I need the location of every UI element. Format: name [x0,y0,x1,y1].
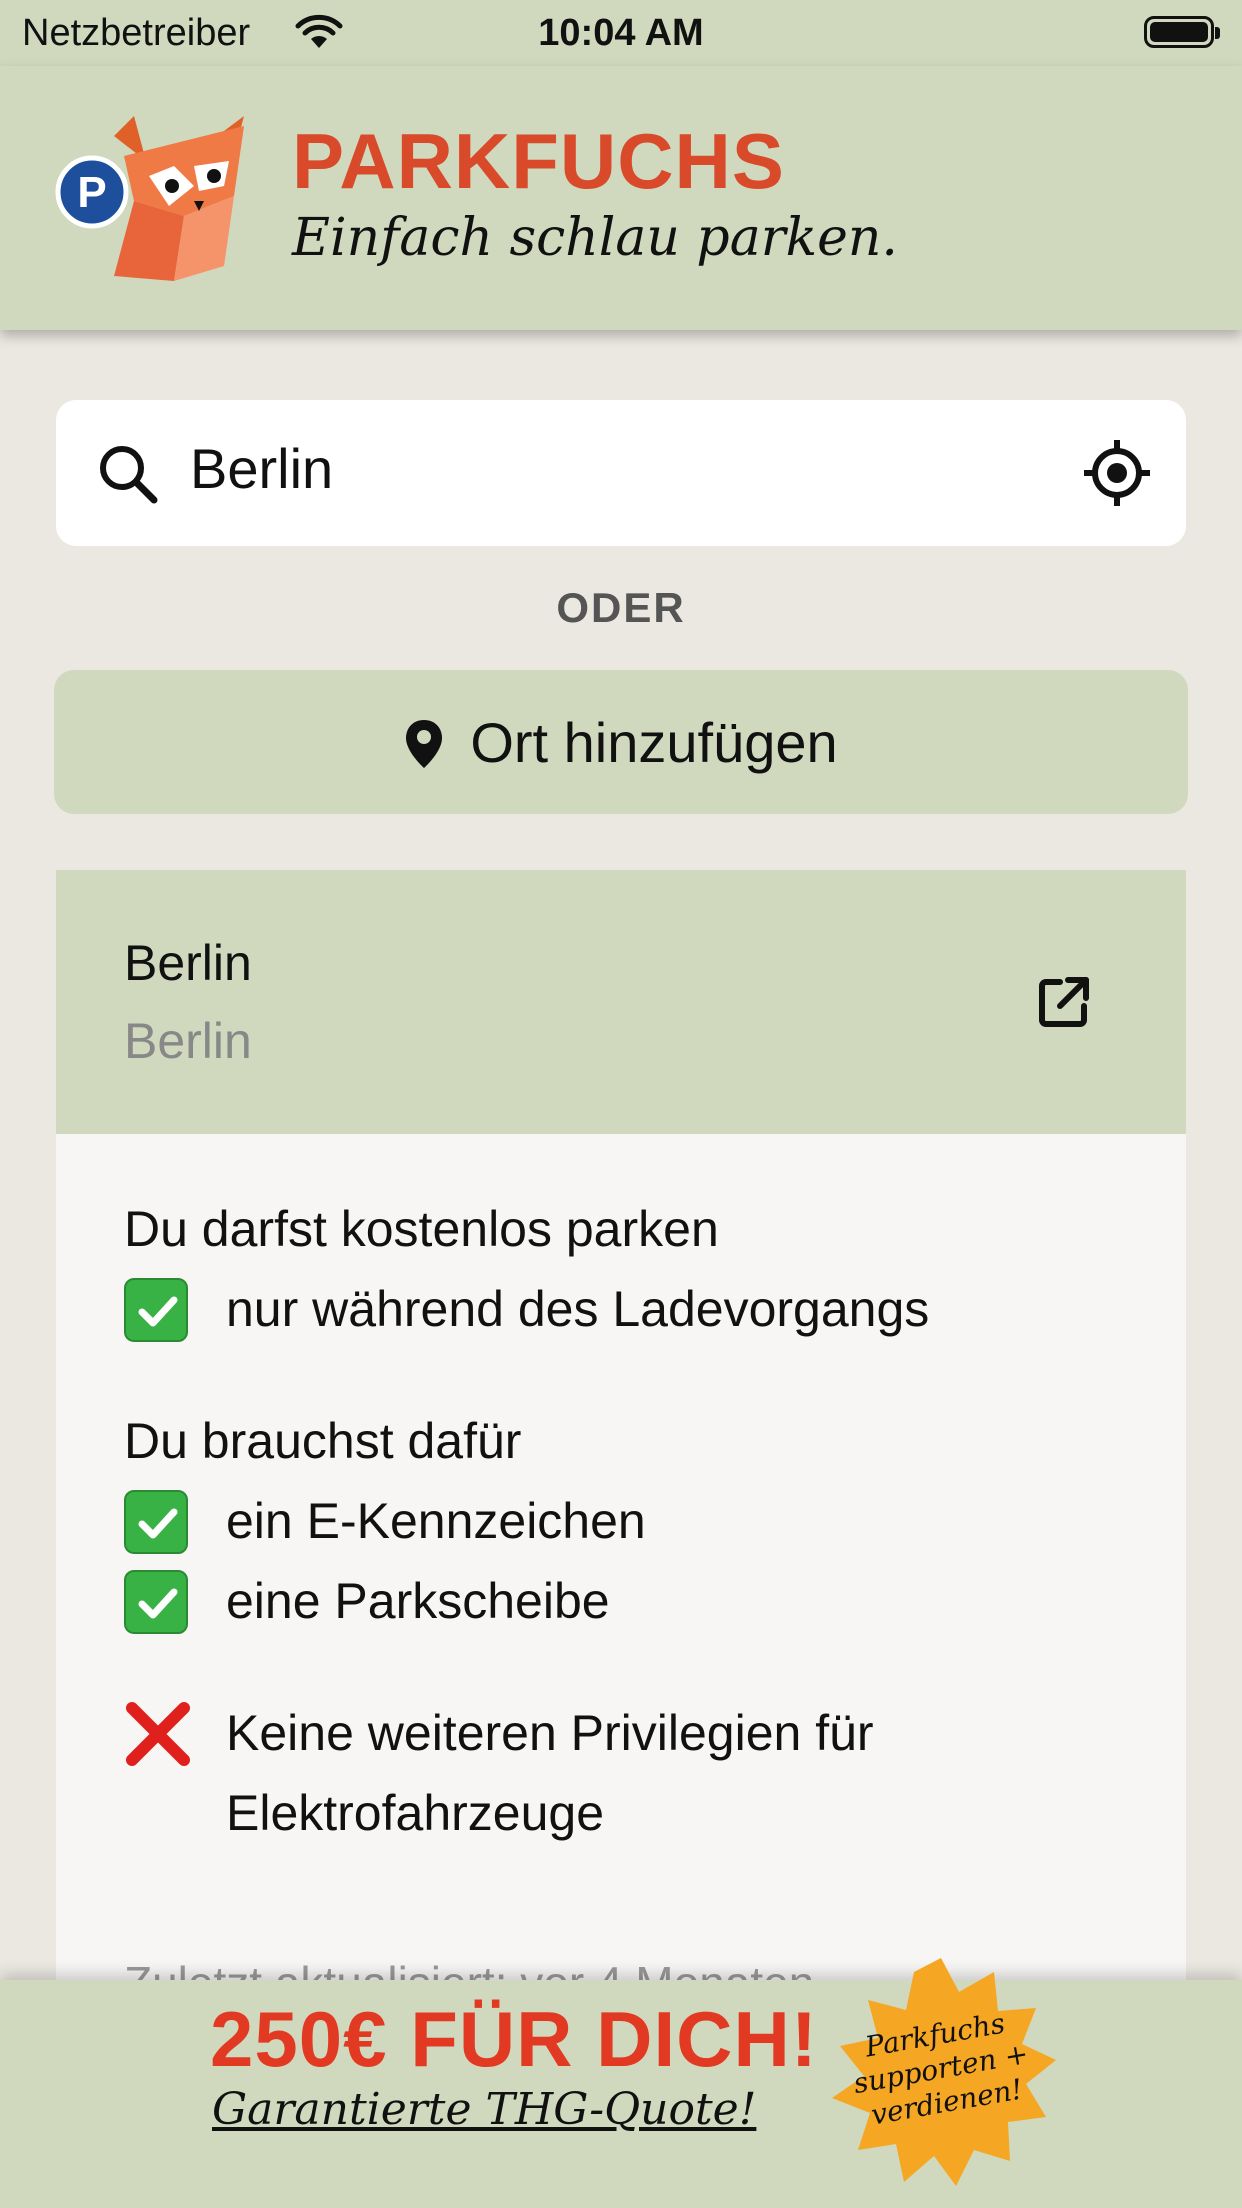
app-header: P PARKFUCHS Einfach schlau parken. [0,66,1242,330]
check-icon [124,1490,188,1554]
app-name: PARKFUCHS [292,117,785,205]
fox-logo: P [55,116,244,281]
cross-icon [126,1702,190,1766]
check-icon [124,1278,188,1342]
requirement-item: eine Parkscheibe [226,1573,610,1629]
battery-icon [1144,16,1220,48]
requirements-heading: Du brauchst dafür [124,1413,522,1469]
promo-title: 250€ FÜR DICH! [210,1995,818,2083]
or-divider: ODER [556,584,686,631]
no-privileges-text-line1: Keine weiteren Privilegien für [226,1705,874,1761]
add-location-button[interactable]: Ort hinzufügen [54,670,1188,814]
free-parking-heading: Du darfst kostenlos parken [124,1201,719,1257]
requirement-item: ein E-Kennzeichen [226,1493,646,1549]
promo-subtitle: Garantierte THG-Quote! [212,2084,757,2135]
no-privileges-text-line2: Elektrofahrzeuge [226,1785,605,1841]
clock: 10:04 AM [538,12,704,54]
location-target-icon[interactable] [1082,438,1152,508]
add-location-label: Ort hinzufügen [470,711,838,774]
status-bar: Netzbetreiber 10:04 AM [0,0,1242,66]
promo-badge[interactable]: Parkfuchs supporten + verdienen! [818,1950,1064,2196]
search-icon [100,446,158,504]
app-slogan: Einfach schlau parken. [292,208,898,268]
result-card-header[interactable]: Berlin Berlin [56,870,1186,1134]
svg-text:P: P [77,168,106,217]
result-city: Berlin [124,935,252,991]
search-field[interactable]: Berlin [56,400,1186,546]
free-parking-condition: nur während des Ladevorgangs [226,1281,930,1337]
result-region: Berlin [124,1013,252,1069]
promo-banner[interactable]: 250€ FÜR DICH! Garantierte THG-Quote! Pa… [0,1958,1242,2208]
external-link-icon[interactable] [1036,974,1092,1030]
result-card-body: Du darfst kostenlos parken nur während d… [56,1134,1186,2034]
map-pin-icon [406,720,443,768]
check-icon [124,1570,188,1634]
search-input-value[interactable]: Berlin [190,436,333,501]
